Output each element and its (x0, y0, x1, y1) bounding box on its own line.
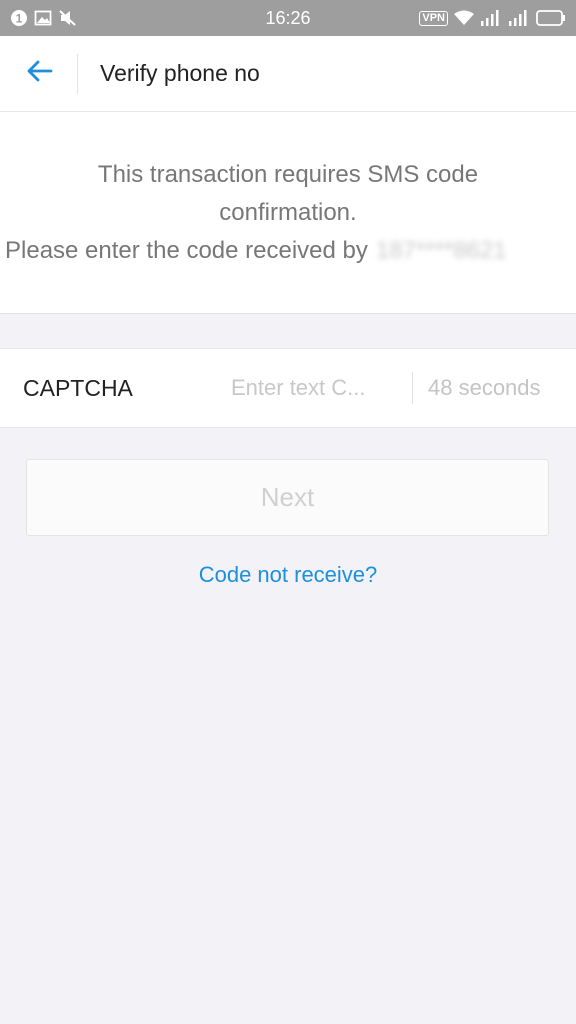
page-title: Verify phone no (100, 60, 260, 86)
notification-badge-icon: 1 (10, 9, 28, 27)
next-button[interactable]: Next (26, 459, 549, 536)
message-line-3-text: Please enter the code received by (5, 237, 368, 264)
captcha-row: CAPTCHA 48 seconds (0, 348, 576, 428)
mute-icon (58, 9, 78, 27)
wifi-icon (454, 10, 474, 26)
status-right-icons: VPN (419, 9, 566, 27)
sms-confirmation-message: This transaction requires SMS code confi… (0, 112, 576, 314)
captcha-input[interactable] (207, 375, 412, 401)
message-line-1: This transaction requires SMS code (97, 161, 479, 188)
masked-phone-number: 187****8621 (375, 237, 507, 264)
app-header: Verify phone no (0, 36, 576, 112)
image-icon (34, 9, 52, 27)
header-divider (77, 53, 78, 94)
battery-icon (536, 9, 566, 27)
status-left-icons: 1 (10, 9, 78, 27)
code-not-received-link[interactable]: Code not receive? (0, 562, 576, 588)
back-button[interactable] (0, 36, 77, 112)
vpn-badge: VPN (419, 10, 448, 26)
signal-icon (480, 9, 502, 27)
status-bar: 1 16:26 VPN (0, 0, 576, 36)
captcha-label: CAPTCHA (23, 374, 133, 401)
message-line-2: confirmation. (219, 199, 357, 226)
svg-text:1: 1 (16, 12, 23, 26)
arrow-left-icon (25, 59, 53, 88)
signal-icon (508, 9, 530, 27)
resend-countdown: 48 seconds (428, 375, 541, 400)
message-line-3: Please enter the code received by 187****… (5, 232, 576, 270)
